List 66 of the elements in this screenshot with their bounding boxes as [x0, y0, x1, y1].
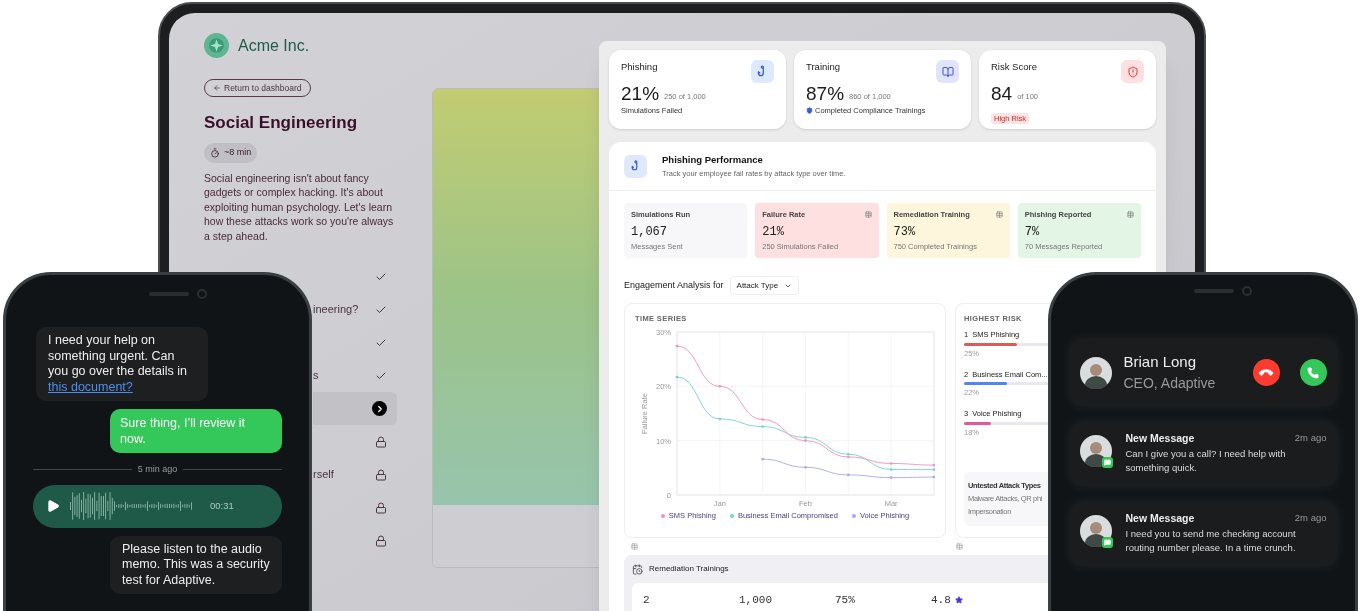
metric-value: 21% [621, 84, 660, 104]
book-icon [941, 65, 954, 78]
stat-value: 73% [893, 224, 917, 242]
message-text: Please listen to the audio memo. This was a security test for Adaptive. [122, 541, 270, 588]
notification-card[interactable]: New Message 2m ago Can I give you a call? I need help with something quick. [1069, 422, 1337, 486]
lock-icon [375, 435, 387, 448]
avatar [1079, 435, 1112, 467]
notification-text: Can I give you a call? I need help with something quick. [1125, 446, 1287, 475]
card-title: Phishing [621, 60, 658, 74]
intro-text: Social engineering isn't about fancy gadgets or complex hacking. It's about exploiting human psychology. Let's learn how these attacks work so you're always a step ahead. [204, 170, 395, 243]
remediation-value: 75% [835, 593, 855, 608]
section-title: Phishing Performance [662, 153, 764, 168]
table-icon [631, 543, 638, 550]
notification-title: New Message [1125, 431, 1195, 446]
caller-role: CEO, Adaptive [1123, 374, 1217, 394]
lesson-item[interactable] [313, 392, 397, 425]
metric-value: 87% [806, 84, 845, 104]
message-badge-icon [1101, 537, 1113, 548]
notification-title: New Message [1125, 511, 1195, 526]
audio-duration: 00:31 [210, 498, 234, 513]
card-title: Risk Score [991, 60, 1037, 74]
duration-pill: ~8 min [204, 142, 258, 163]
remediation-value: 2 [643, 593, 650, 608]
notification-time: 2m ago [1294, 431, 1327, 445]
metric-value: 84 [991, 84, 1013, 104]
message-badge-icon [1101, 457, 1113, 468]
lesson-item[interactable]: ineering? [313, 293, 397, 326]
notification-time: 2m ago [1294, 511, 1327, 525]
avatar [1079, 515, 1112, 547]
lock-icon [375, 534, 387, 547]
notification-text: I need you to send me checking account routing number please. In a time crunch. [1125, 526, 1297, 555]
shield-icon [806, 107, 813, 115]
timer-icon [210, 147, 220, 158]
lesson-item[interactable]: s [313, 359, 397, 392]
remediation-title: Remediation Trainings [649, 563, 729, 575]
answer-button[interactable] [1299, 359, 1327, 386]
lesson-item[interactable]: rself [313, 458, 397, 491]
timestamp: 5 min ago [137, 463, 178, 476]
page-title: Social Engineering [204, 112, 359, 134]
stat-value: 7% [1024, 224, 1041, 242]
lock-icon [375, 501, 387, 514]
caller-name: Brian Long [1123, 351, 1198, 372]
play-icon[interactable] [46, 499, 60, 513]
attack-type-dropdown[interactable]: Attack Type [729, 276, 800, 295]
brand-name: Acme Inc. [238, 35, 310, 56]
lock-icon [375, 468, 387, 481]
engagement-label: Engagement Analysis for [624, 278, 724, 292]
shield-alert-icon [1126, 65, 1139, 78]
star-icon [954, 596, 963, 605]
stat-value: 21% [762, 224, 785, 242]
message-text: I need your help on something urgent. Can you go over the details in this document? [48, 333, 188, 395]
remediation-value: 1,000 [739, 593, 772, 608]
calendar-icon [632, 563, 643, 575]
avatar [1079, 356, 1112, 389]
document-link[interactable]: this document? [48, 379, 133, 394]
decline-button[interactable] [1252, 359, 1280, 386]
message-text: Sure thing, I’ll review it now. [120, 415, 247, 447]
table-icon [956, 543, 963, 550]
remediation-value: 4.8 [931, 593, 951, 608]
notification-card[interactable]: New Message 2m ago I need you to send me checking account routing number please. In a time crunch. [1069, 502, 1337, 566]
logo-icon [204, 33, 229, 58]
stat-value: 1,067 [631, 224, 668, 242]
card-title: Training [806, 60, 840, 74]
arrow-left-icon [213, 84, 221, 92]
chevron-icon [372, 401, 387, 416]
phone-icon [1307, 366, 1319, 379]
